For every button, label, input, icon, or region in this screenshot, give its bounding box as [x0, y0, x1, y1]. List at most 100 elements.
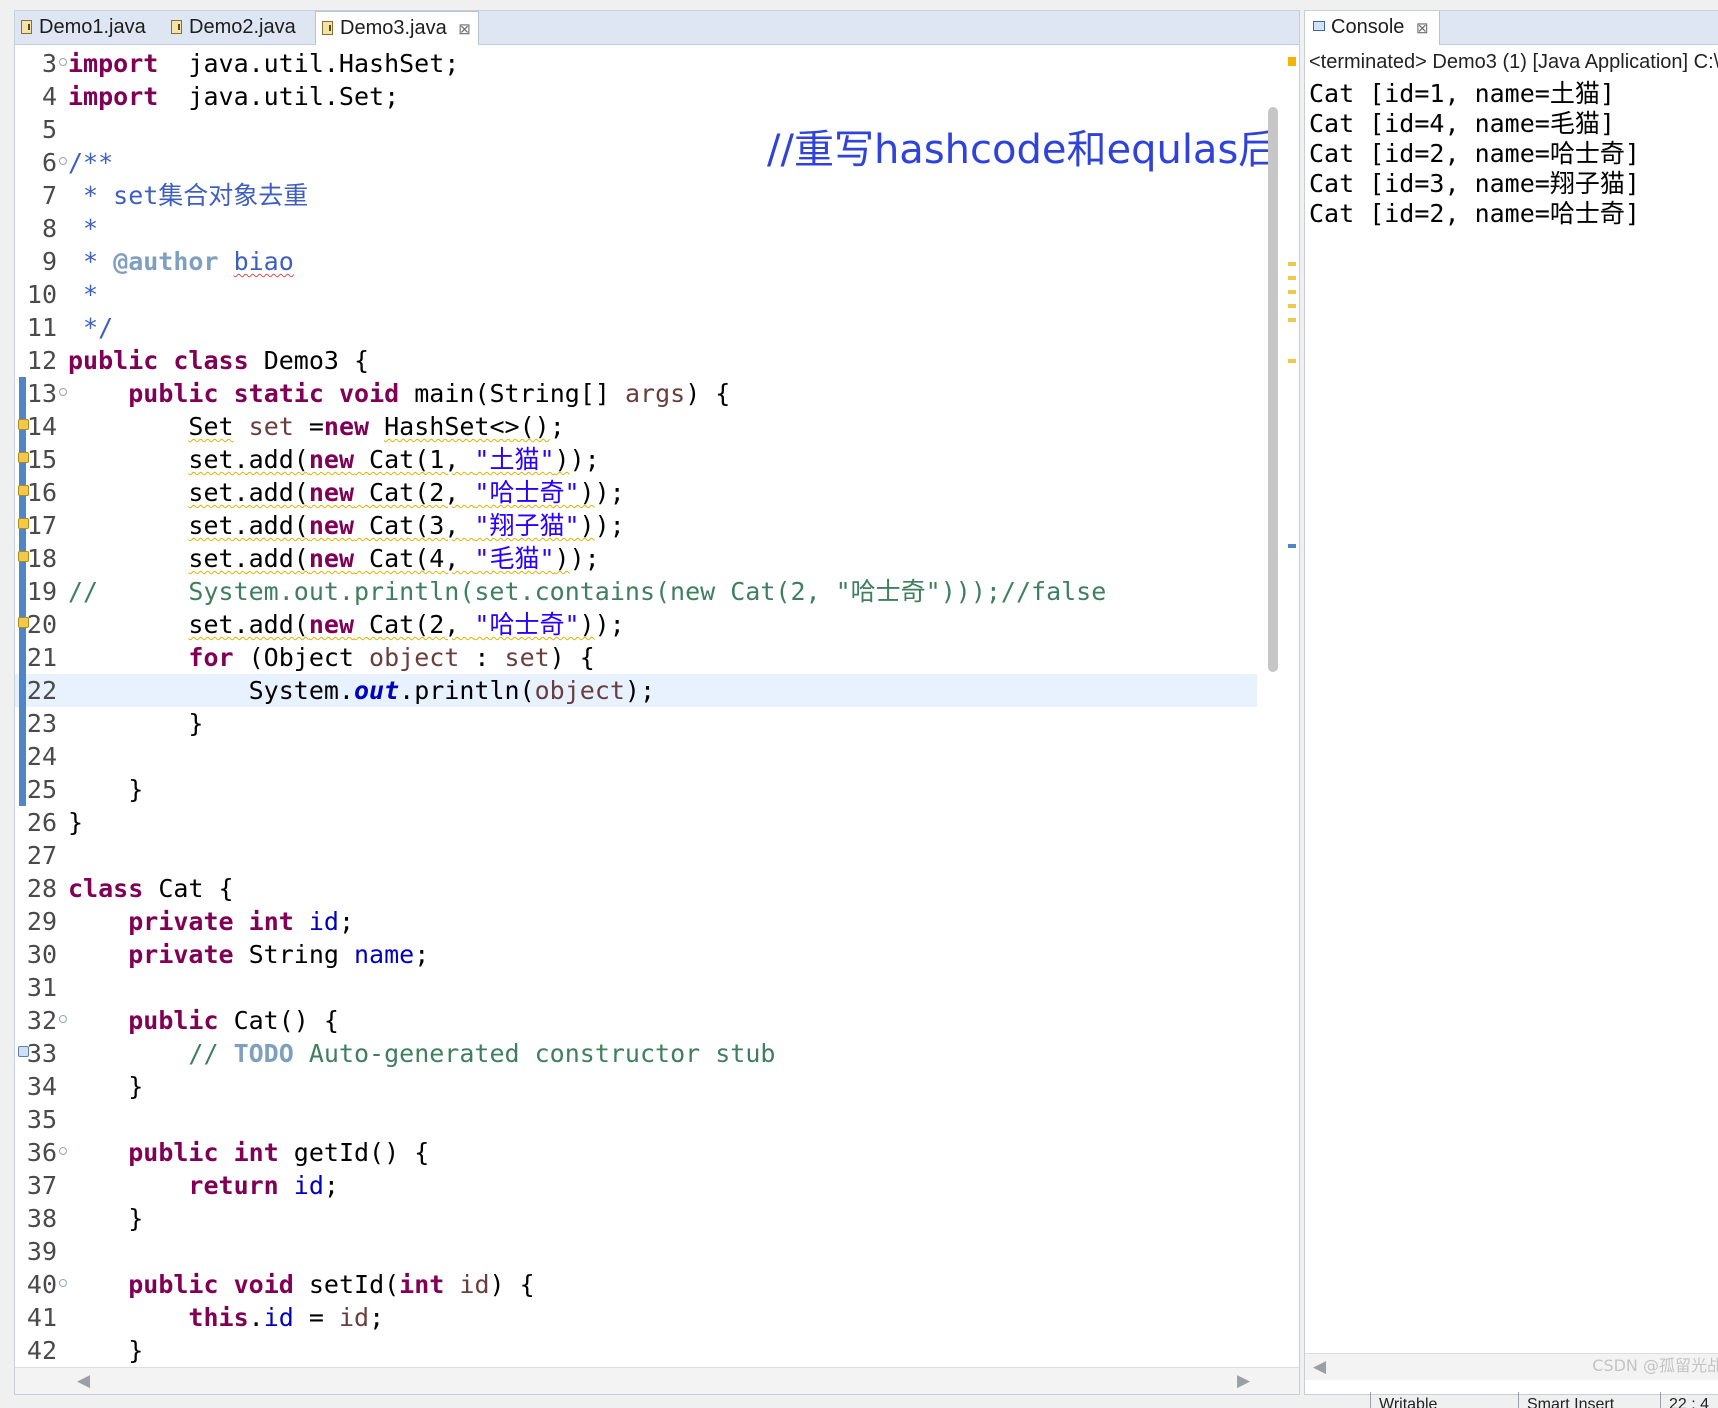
line-gutter[interactable]: 26 [15, 806, 65, 839]
line-gutter[interactable]: 3 [15, 47, 67, 80]
code-line[interactable]: 11 */ [15, 311, 1257, 344]
overview-warning-marker[interactable] [1288, 304, 1296, 308]
console-output-line[interactable]: Cat [id=4, name=毛猫] [1309, 109, 1640, 139]
line-gutter[interactable]: 39 [15, 1235, 65, 1268]
line-gutter[interactable]: 33 [15, 1037, 65, 1070]
code-text[interactable]: * set集合对象去重 [68, 179, 308, 212]
line-gutter[interactable]: 25 [15, 773, 65, 806]
code-line[interactable]: 20 set.add(new Cat(2, "哈士奇")); [15, 608, 1257, 641]
code-line[interactable]: 40 public void setId(int id) { [15, 1268, 1257, 1301]
code-text[interactable]: set.add(new Cat(1, "土猫")); [68, 443, 599, 476]
line-gutter[interactable]: 37 [15, 1169, 65, 1202]
code-text[interactable]: public Cat() { [68, 1004, 339, 1037]
code-text[interactable]: } [68, 773, 143, 806]
code-text[interactable]: set.add(new Cat(2, "哈士奇")); [68, 476, 624, 509]
tab-demo2-java[interactable]: Demo2.java [165, 11, 305, 44]
line-gutter[interactable]: 38 [15, 1202, 65, 1235]
line-gutter[interactable]: 7 [15, 179, 65, 212]
code-line[interactable]: 27 [15, 839, 1257, 872]
line-gutter[interactable]: 6 [15, 146, 67, 179]
code-line[interactable]: 10 * [15, 278, 1257, 311]
line-gutter[interactable]: 10 [15, 278, 65, 311]
line-gutter[interactable]: 34 [15, 1070, 65, 1103]
overview-warning-marker[interactable] [1288, 359, 1296, 363]
code-text[interactable]: public static void main(String[] args) { [68, 377, 730, 410]
line-gutter[interactable]: 21 [15, 641, 65, 674]
status-insert-mode[interactable]: Smart Insert [1518, 1392, 1614, 1408]
line-gutter[interactable]: 36 [15, 1136, 67, 1169]
code-text[interactable]: private int id; [68, 905, 354, 938]
line-gutter[interactable]: 24 [15, 740, 65, 773]
code-text[interactable]: set.add(new Cat(4, "毛猫")); [68, 542, 599, 575]
code-line[interactable]: 23 } [15, 707, 1257, 740]
line-gutter[interactable]: 31 [15, 971, 65, 1004]
line-gutter[interactable]: 18 [15, 542, 65, 575]
line-gutter[interactable]: 19 [15, 575, 65, 608]
code-text[interactable]: class Cat { [68, 872, 234, 905]
console-output-line[interactable]: Cat [id=2, name=哈士奇] [1309, 199, 1640, 229]
fold-toggle-icon[interactable] [59, 1015, 67, 1023]
tab-demo3-java[interactable]: Demo3.java ⊠ [315, 11, 479, 45]
line-gutter[interactable]: 27 [15, 839, 65, 872]
code-line[interactable]: 18 set.add(new Cat(4, "毛猫")); [15, 542, 1257, 575]
code-line[interactable]: 17 set.add(new Cat(3, "翔子猫")); [15, 509, 1257, 542]
code-line[interactable]: 26} [15, 806, 1257, 839]
code-text[interactable]: set.add(new Cat(3, "翔子猫")); [68, 509, 624, 542]
line-gutter[interactable]: 9 [15, 245, 65, 278]
code-line[interactable]: 22 System.out.println(object); [15, 674, 1257, 707]
line-gutter[interactable]: 16 [15, 476, 65, 509]
code-text[interactable]: * [68, 212, 98, 245]
code-line[interactable]: 21 for (Object object : set) { [15, 641, 1257, 674]
line-gutter[interactable]: 29 [15, 905, 65, 938]
code-area[interactable]: 3 import java.util.HashSet; 4 import java.u… [15, 47, 1257, 1367]
line-gutter[interactable]: 23 [15, 707, 65, 740]
code-line[interactable]: 36 public int getId() { [15, 1136, 1257, 1169]
code-text[interactable]: * [68, 278, 98, 311]
line-gutter[interactable]: 12 [15, 344, 65, 377]
scroll-right-icon[interactable]: ▶ [1237, 1371, 1250, 1391]
scroll-thumb[interactable] [1268, 107, 1278, 672]
overview-warning-marker[interactable] [1288, 276, 1296, 280]
code-line[interactable]: 32 public Cat() { [15, 1004, 1257, 1037]
code-text[interactable]: } [68, 1070, 143, 1103]
line-gutter[interactable]: 20 [15, 608, 65, 641]
code-line[interactable]: 39 [15, 1235, 1257, 1268]
code-line[interactable]: 7 * set集合对象去重 [15, 179, 1257, 212]
code-text[interactable]: public void setId(int id) { [68, 1268, 534, 1301]
code-line[interactable]: 14 Set set =new HashSet<>(); [15, 410, 1257, 443]
line-gutter[interactable]: 42 [15, 1334, 65, 1367]
line-gutter[interactable]: 28 [15, 872, 65, 905]
code-line[interactable]: 31 [15, 971, 1257, 1004]
scroll-left-icon[interactable]: ◀ [77, 1371, 90, 1391]
fold-toggle-icon[interactable] [59, 1147, 67, 1155]
line-gutter[interactable]: 32 [15, 1004, 67, 1037]
overview-ruler[interactable] [1285, 47, 1299, 1367]
fold-toggle-icon[interactable] [59, 1279, 67, 1287]
code-line[interactable]: 25 } [15, 773, 1257, 806]
code-text[interactable]: // System.out.println(set.contains(new C… [68, 575, 1106, 608]
line-gutter[interactable]: 17 [15, 509, 65, 542]
overview-warning-marker[interactable] [1288, 290, 1296, 294]
console-output[interactable]: Cat [id=1, name=土猫] Cat [id=4, name=毛猫] Ca… [1309, 79, 1640, 229]
horizontal-scrollbar[interactable]: ◀ ▶ [15, 1367, 1299, 1394]
code-text[interactable]: } [68, 806, 83, 839]
fold-toggle-icon[interactable] [59, 157, 67, 165]
code-text[interactable]: for (Object object : set) { [68, 641, 594, 674]
code-text[interactable]: Set set =new HashSet<>(); [68, 410, 564, 443]
close-tab-icon[interactable]: ⊠ [1416, 20, 1429, 37]
code-line[interactable]: 3 import java.util.HashSet; [15, 47, 1257, 80]
code-text[interactable]: public class Demo3 { [68, 344, 369, 377]
tab-console[interactable]: Console ⊠ [1305, 11, 1440, 45]
code-text[interactable]: } [68, 707, 203, 740]
code-text[interactable]: } [68, 1334, 143, 1367]
code-line[interactable]: 13 public static void main(String[] args… [15, 377, 1257, 410]
console-output-line[interactable]: Cat [id=3, name=翔子猫] [1309, 169, 1640, 199]
code-line[interactable]: 29 private int id; [15, 905, 1257, 938]
code-text[interactable]: this.id = id; [68, 1301, 384, 1334]
code-text[interactable]: import java.util.Set; [68, 80, 399, 113]
code-text[interactable]: // TODO Auto-generated constructor stub [68, 1037, 775, 1070]
console-output-line[interactable]: Cat [id=1, name=土猫] [1309, 79, 1640, 109]
code-text[interactable]: */ [68, 311, 113, 344]
line-gutter[interactable]: 14 [15, 410, 65, 443]
line-gutter[interactable]: 40 [15, 1268, 67, 1301]
